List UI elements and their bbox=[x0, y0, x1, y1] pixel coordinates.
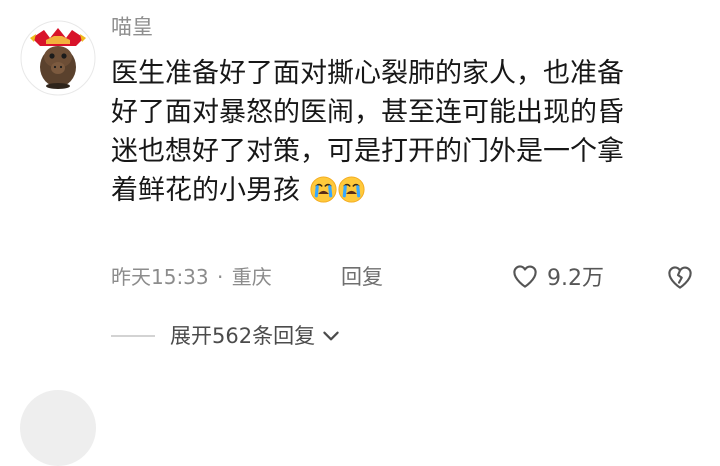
chevron-down-icon bbox=[323, 331, 339, 341]
comment-location: 重庆 bbox=[231, 265, 272, 289]
expand-replies-button[interactable]: 展开562条回复 bbox=[170, 321, 342, 351]
comment-body: 医生准备好了面对撕心裂肺的家人，也准备 好了面对暴怒的医闹，甚至连可能出现的昏 … bbox=[111, 54, 707, 210]
avatar-image bbox=[20, 20, 96, 96]
meta-separator: · bbox=[217, 265, 224, 289]
like-count: 9.2万 bbox=[547, 266, 604, 291]
replies-divider bbox=[111, 335, 155, 337]
comment-line-1: 医生准备好了面对撕心裂肺的家人，也准备 bbox=[111, 58, 624, 89]
broken-heart-icon bbox=[668, 266, 692, 289]
comment-meta: 昨天15:33 · 重庆 bbox=[111, 262, 272, 292]
expand-replies-label: 展开562条回复 bbox=[170, 324, 316, 348]
comment-timestamp: 昨天15:33 bbox=[111, 265, 209, 289]
heart-outline-icon bbox=[513, 265, 537, 288]
comment-line-3: 迷也想好了对策，可是打开的门外是一个拿 bbox=[111, 136, 624, 167]
user-avatar[interactable] bbox=[20, 20, 96, 96]
username[interactable]: 喵皇 bbox=[111, 12, 153, 42]
comment-line-2: 好了面对暴怒的医闹，甚至连可能出现的昏 bbox=[111, 97, 624, 128]
reply-button[interactable]: 回复 bbox=[341, 262, 383, 292]
comment-line-4-text: 着鲜花的小男孩 bbox=[111, 175, 300, 206]
crying-face-emoji-icon bbox=[338, 176, 365, 203]
comment-item: 喵皇 医生准备好了面对撕心裂肺的家人，也准备 好了面对暴怒的医闹，甚至连可能出现… bbox=[0, 0, 720, 466]
crying-face-emoji-icon bbox=[310, 176, 337, 203]
comment-line-4: 着鲜花的小男孩 bbox=[111, 171, 707, 210]
like-button[interactable]: 9.2万 bbox=[510, 258, 604, 294]
next-comment-username[interactable] bbox=[111, 392, 151, 404]
dislike-button[interactable] bbox=[665, 262, 695, 292]
next-comment-avatar[interactable] bbox=[20, 390, 96, 466]
